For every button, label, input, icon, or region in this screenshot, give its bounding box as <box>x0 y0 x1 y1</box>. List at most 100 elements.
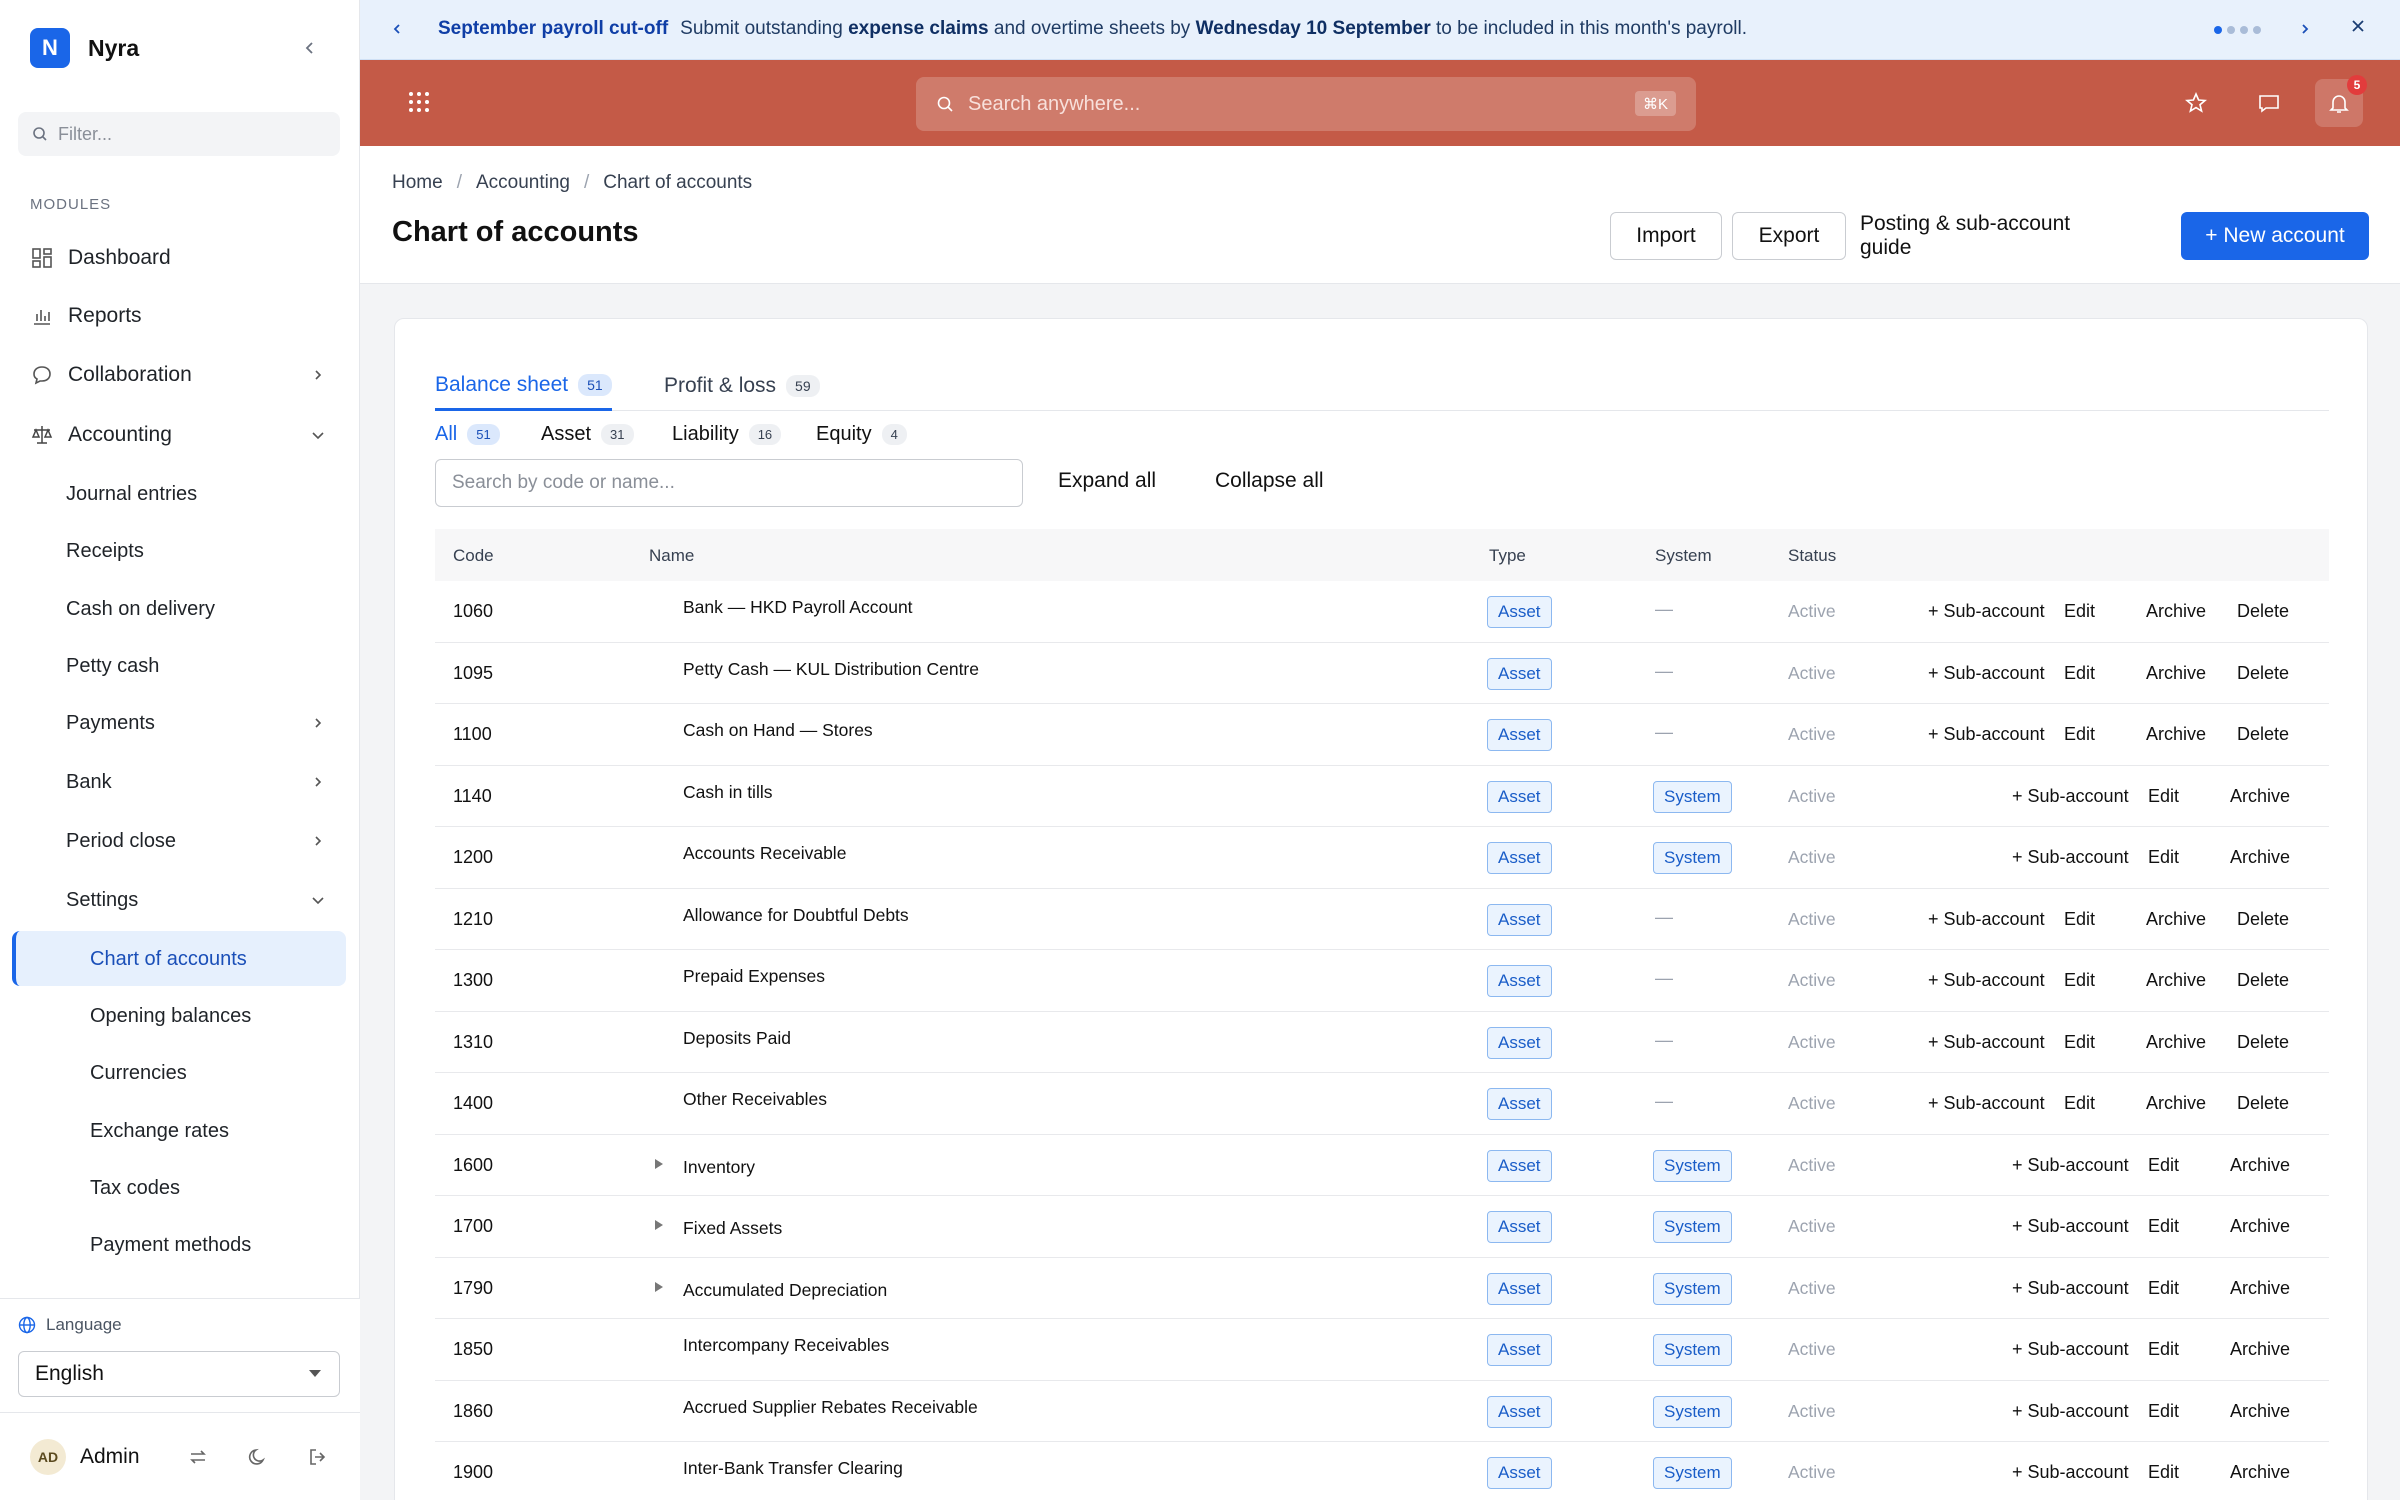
sidebar-item-bank[interactable]: Bank <box>66 762 330 802</box>
breadcrumb-home[interactable]: Home <box>392 172 443 194</box>
tab-balance-sheet[interactable]: Balance sheet 51 <box>435 361 612 411</box>
filter-equity[interactable]: Equity 4 <box>816 423 907 446</box>
add-sub-account-button[interactable]: + Sub-account <box>1928 970 2045 991</box>
add-sub-account-button[interactable]: + Sub-account <box>2012 1278 2129 1299</box>
add-sub-account-button[interactable]: + Sub-account <box>1928 663 2045 684</box>
table-row[interactable]: 1700 Fixed Assets Asset System Active + Sub-a… <box>435 1196 2329 1258</box>
add-sub-account-button[interactable]: + Sub-account <box>1928 1032 2045 1053</box>
notifications-button[interactable]: 5 <box>2315 75 2367 127</box>
sidebar-item-accounting[interactable]: Accounting <box>30 415 330 455</box>
table-row[interactable]: 1140 Cash in tills Asset System Active + Sub-… <box>435 766 2329 827</box>
global-search-input[interactable] <box>968 92 1608 116</box>
collapse-sidebar-icon[interactable] <box>296 34 324 62</box>
sidebar-filter[interactable] <box>18 112 340 156</box>
delete-button[interactable]: Delete <box>2237 909 2289 930</box>
delete-button[interactable]: Delete <box>2237 724 2289 745</box>
table-row[interactable]: 1310 Deposits Paid Asset — Active + Sub-accou… <box>435 1012 2329 1073</box>
close-icon[interactable] <box>2350 18 2366 40</box>
archive-button[interactable]: Archive <box>2146 1032 2206 1053</box>
global-search[interactable]: ⌘K <box>916 77 1696 131</box>
column-header-name[interactable]: Name <box>649 546 694 566</box>
archive-button[interactable]: Archive <box>2230 847 2290 868</box>
table-row[interactable]: 1400 Other Receivables Asset — Active + Sub-a… <box>435 1073 2329 1135</box>
archive-button[interactable]: Archive <box>2146 724 2206 745</box>
avatar[interactable]: AD <box>30 1439 66 1475</box>
add-sub-account-button[interactable]: + Sub-account <box>2012 1401 2129 1422</box>
table-row[interactable]: 1900 Inter-Bank Transfer Clearing Asset Sys… <box>435 1442 2329 1500</box>
sidebar-item-receipts[interactable]: Receipts <box>66 531 330 571</box>
add-sub-account-button[interactable]: + Sub-account <box>1928 724 2045 745</box>
column-header-code[interactable]: Code <box>453 546 494 566</box>
banner-pagination[interactable] <box>2214 26 2261 34</box>
archive-button[interactable]: Archive <box>2230 1155 2290 1176</box>
account-search-input[interactable] <box>435 459 1023 507</box>
delete-button[interactable]: Delete <box>2237 1093 2289 1114</box>
add-sub-account-button[interactable]: + Sub-account <box>2012 847 2129 868</box>
edit-button[interactable]: Edit <box>2148 786 2179 807</box>
apps-grid-icon[interactable] <box>408 91 430 118</box>
sidebar-item-opening-balances[interactable]: Opening balances <box>90 996 251 1036</box>
delete-button[interactable]: Delete <box>2237 601 2289 622</box>
table-row[interactable]: 1300 Prepaid Expenses Asset — Active + Sub-ac… <box>435 950 2329 1012</box>
delete-button[interactable]: Delete <box>2237 970 2289 991</box>
archive-button[interactable]: Archive <box>2146 1093 2206 1114</box>
archive-button[interactable]: Archive <box>2146 909 2206 930</box>
add-sub-account-button[interactable]: + Sub-account <box>2012 1155 2129 1176</box>
message-icon[interactable] <box>2250 84 2288 122</box>
edit-button[interactable]: Edit <box>2148 1339 2179 1360</box>
edit-button[interactable]: Edit <box>2064 1093 2095 1114</box>
delete-button[interactable]: Delete <box>2237 1032 2289 1053</box>
delete-button[interactable]: Delete <box>2237 663 2289 684</box>
sidebar-item-petty-cash[interactable]: Petty cash <box>66 646 330 686</box>
sidebar-item-exchange-rates[interactable]: Exchange rates <box>90 1111 229 1151</box>
column-header-type[interactable]: Type <box>1489 546 1526 566</box>
add-sub-account-button[interactable]: + Sub-account <box>1928 909 2045 930</box>
sidebar-item-cash-on-delivery[interactable]: Cash on delivery <box>66 589 330 629</box>
edit-button[interactable]: Edit <box>2148 1401 2179 1422</box>
sidebar-item-period-close[interactable]: Period close <box>66 821 330 861</box>
archive-button[interactable]: Archive <box>2146 970 2206 991</box>
edit-button[interactable]: Edit <box>2064 601 2095 622</box>
table-row[interactable]: 1790 Accumulated Depreciation Asset System A… <box>435 1258 2329 1319</box>
sidebar-item-settings[interactable]: Settings <box>66 880 330 920</box>
sidebar-item-reports[interactable]: Reports <box>30 296 330 336</box>
collapse-all-button[interactable]: Collapse all <box>1215 469 1324 493</box>
expand-row-icon[interactable] <box>655 1220 663 1230</box>
edit-button[interactable]: Edit <box>2148 1278 2179 1299</box>
edit-button[interactable]: Edit <box>2148 847 2179 868</box>
archive-button[interactable]: Archive <box>2146 663 2206 684</box>
chevron-left-icon[interactable] <box>390 20 404 42</box>
table-row[interactable]: 1060 Bank — HKD Payroll Account Asset — Acti… <box>435 581 2329 643</box>
archive-button[interactable]: Archive <box>2230 1278 2290 1299</box>
table-row[interactable]: 1200 Accounts Receivable Asset System Active… <box>435 827 2329 889</box>
brand[interactable]: N Nyra <box>30 28 139 68</box>
expand-all-button[interactable]: Expand all <box>1058 469 1156 493</box>
archive-button[interactable]: Archive <box>2230 1462 2290 1483</box>
sidebar-item-chart-of-accounts[interactable]: Chart of accounts <box>90 939 247 979</box>
new-account-button[interactable]: + New account <box>2181 212 2369 260</box>
edit-button[interactable]: Edit <box>2148 1155 2179 1176</box>
table-row[interactable]: 1600 Inventory Asset System Active + Sub-acco… <box>435 1135 2329 1196</box>
guide-button[interactable]: Posting & sub-account guide <box>1860 212 2072 260</box>
expand-row-icon[interactable] <box>655 1158 663 1169</box>
moon-icon[interactable] <box>244 1443 272 1471</box>
sidebar-item-currencies[interactable]: Currencies <box>90 1053 187 1093</box>
breadcrumb-accounting[interactable]: Accounting <box>476 172 570 194</box>
archive-button[interactable]: Archive <box>2230 786 2290 807</box>
table-row[interactable]: 1095 Petty Cash — KUL Distribution Centre… <box>435 643 2329 704</box>
filter-liability[interactable]: Liability 16 <box>672 423 782 446</box>
star-icon[interactable] <box>2177 84 2215 122</box>
logout-icon[interactable] <box>304 1443 332 1471</box>
archive-button[interactable]: Archive <box>2230 1216 2290 1237</box>
sidebar-filter-input[interactable] <box>58 123 318 145</box>
add-sub-account-button[interactable]: + Sub-account <box>2012 786 2129 807</box>
switch-icon[interactable] <box>184 1443 212 1471</box>
sidebar-item-dashboard[interactable]: Dashboard <box>30 238 330 278</box>
column-header-system[interactable]: System <box>1655 546 1712 566</box>
add-sub-account-button[interactable]: + Sub-account <box>1928 601 2045 622</box>
table-row[interactable]: 1100 Cash on Hand — Stores Asset — Active + S… <box>435 704 2329 766</box>
archive-button[interactable]: Archive <box>2230 1339 2290 1360</box>
add-sub-account-button[interactable]: + Sub-account <box>2012 1339 2129 1360</box>
table-row[interactable]: 1210 Allowance for Doubtful Debts Asset — Ac… <box>435 889 2329 950</box>
language-select[interactable]: English <box>18 1351 340 1397</box>
